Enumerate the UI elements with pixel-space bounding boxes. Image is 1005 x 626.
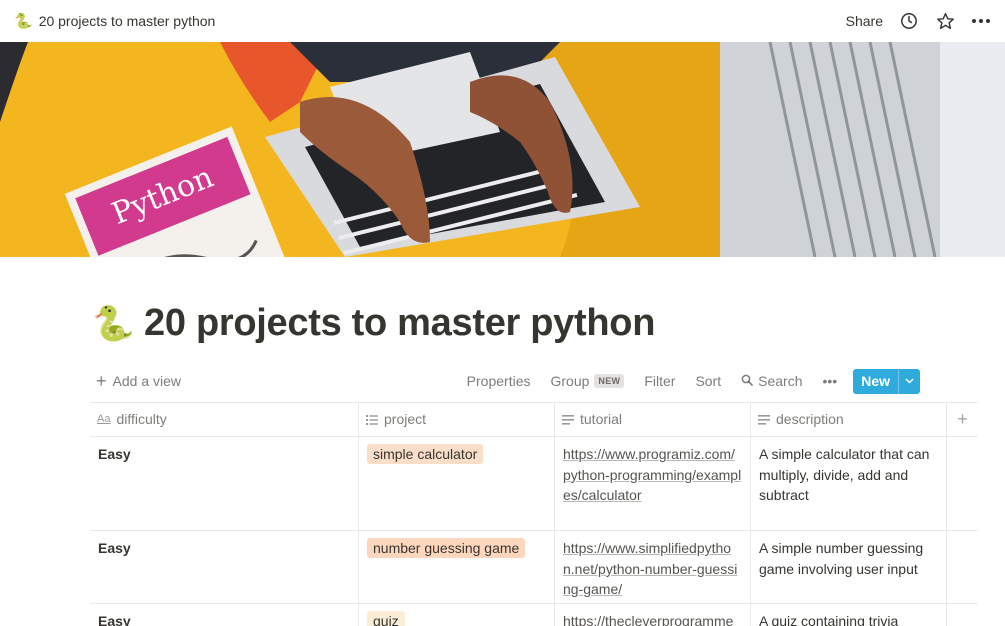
plus-icon: + <box>96 371 107 391</box>
text-lines-icon <box>758 414 770 425</box>
column-header-label: project <box>384 411 427 428</box>
column-header-label: description <box>776 411 844 428</box>
properties-button[interactable]: Properties <box>463 371 535 391</box>
table-row[interactable]: Easy simple calculator https://www.progr… <box>90 437 978 531</box>
table-row[interactable]: Easy quiz https://thecleverprogramme A q… <box>90 604 978 626</box>
project-tag: quiz <box>367 611 405 626</box>
search-icon <box>741 373 753 389</box>
add-view-label: Add a view <box>112 373 181 389</box>
tutorial-link[interactable]: https://www.programiz.com/python-program… <box>563 446 741 503</box>
new-button[interactable]: New <box>853 368 920 394</box>
column-header-label: tutorial <box>580 411 623 428</box>
view-tools: Properties Group NEW Filter Sort Search … <box>463 368 920 394</box>
cell-difficulty[interactable]: Easy <box>90 531 359 603</box>
text-title-icon: Aa <box>97 413 111 426</box>
cell-difficulty[interactable]: Easy <box>90 437 359 530</box>
database-table: Aa difficulty project tutorial descripti… <box>90 402 978 626</box>
sort-button[interactable]: Sort <box>691 371 725 391</box>
tutorial-link[interactable]: https://thecleverprogramme <box>563 613 733 626</box>
cell-project[interactable]: quiz <box>359 604 555 626</box>
chevron-down-icon[interactable] <box>898 368 920 394</box>
tutorial-link[interactable]: https://www.simplifiedpython.net/python-… <box>563 540 737 597</box>
database-view-toolbar: + Add a view Properties Group NEW Filter… <box>90 366 920 396</box>
group-button[interactable]: Group NEW <box>546 371 628 391</box>
cell-description[interactable]: A simple number guessing game involving … <box>751 531 947 603</box>
more-view-options-icon[interactable]: ••• <box>818 371 841 391</box>
topbar: 🐍 20 projects to master python Share <box>0 0 1005 42</box>
table-row[interactable]: Easy number guessing game https://www.si… <box>90 531 978 604</box>
share-button[interactable]: Share <box>846 13 883 29</box>
cell-difficulty[interactable]: Easy <box>90 604 359 626</box>
cover-image: Python <box>0 42 1005 257</box>
cell-tutorial[interactable]: https://thecleverprogramme <box>555 604 751 626</box>
favorite-star-icon[interactable] <box>935 11 955 31</box>
list-icon <box>366 414 378 425</box>
cell-project[interactable]: number guessing game <box>359 531 555 603</box>
filter-button[interactable]: Filter <box>640 371 679 391</box>
column-header-tutorial[interactable]: tutorial <box>555 403 751 436</box>
cell-empty <box>947 604 978 626</box>
top-actions: Share <box>846 11 991 31</box>
cell-description[interactable]: A quiz containing trivia <box>751 604 947 626</box>
cover-illustration: Python <box>0 42 1005 257</box>
search-button[interactable]: Search <box>737 371 806 391</box>
search-label: Search <box>758 373 803 389</box>
add-property-plus-icon[interactable]: + <box>947 403 978 436</box>
text-lines-icon <box>562 414 574 425</box>
column-header-project[interactable]: project <box>359 403 555 436</box>
add-view-button[interactable]: + Add a view <box>90 372 187 390</box>
column-header-label: difficulty <box>116 411 167 428</box>
column-header-description[interactable]: description <box>751 403 947 436</box>
page-title[interactable]: 🐍 20 projects to master python <box>92 302 655 345</box>
snake-icon: 🐍 <box>14 13 33 30</box>
table-header-row: Aa difficulty project tutorial descripti… <box>90 403 978 437</box>
more-options-icon[interactable] <box>971 11 991 31</box>
snake-icon[interactable]: 🐍 <box>92 304 134 344</box>
project-tag: number guessing game <box>367 538 526 558</box>
breadcrumb-page-title[interactable]: 20 projects to master python <box>39 13 216 29</box>
cell-tutorial[interactable]: https://www.programiz.com/python-program… <box>555 437 751 530</box>
cell-project[interactable]: simple calculator <box>359 437 555 530</box>
new-badge: NEW <box>594 374 625 388</box>
cell-description[interactable]: A simple calculator that can multiply, d… <box>751 437 947 530</box>
cell-empty <box>947 437 978 530</box>
cell-empty <box>947 531 978 603</box>
column-header-difficulty[interactable]: Aa difficulty <box>90 403 359 436</box>
group-label: Group <box>550 373 590 389</box>
cell-tutorial[interactable]: https://www.simplifiedpython.net/python-… <box>555 531 751 603</box>
page-title-text[interactable]: 20 projects to master python <box>144 302 655 345</box>
project-tag: simple calculator <box>367 444 484 464</box>
history-clock-icon[interactable] <box>899 11 919 31</box>
new-button-label[interactable]: New <box>853 369 898 394</box>
breadcrumb[interactable]: 🐍 20 projects to master python <box>14 12 215 30</box>
